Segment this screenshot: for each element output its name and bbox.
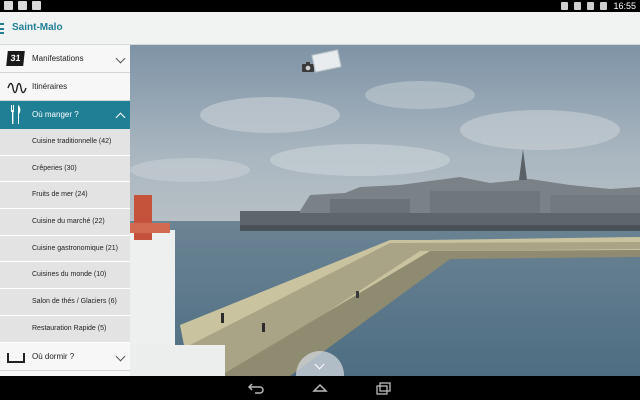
notification-icons	[4, 1, 41, 10]
submenu-item[interactable]: Cuisine gastronomique (21)	[0, 235, 130, 263]
submenu-item-label: Cuisine gastronomique (21)	[32, 244, 118, 252]
navigation-drawer: 31 Manifestations Itinéraires Où manger …	[0, 45, 130, 376]
system-nav-bar	[0, 376, 640, 400]
submenu-item-label: Cuisine du marché (22)	[32, 218, 105, 226]
chevron-down-icon	[314, 359, 325, 370]
app-bar: Saint-Malo	[0, 12, 640, 45]
clock: 16:55	[613, 1, 636, 11]
drawer-item-label: Où dormir ?	[32, 351, 75, 361]
status-bar: 16:55	[0, 0, 640, 12]
cutlery-icon	[10, 105, 22, 129]
city-photo	[130, 45, 640, 376]
submenu-item-label: Cuisine traditionnelle (42)	[32, 138, 112, 145]
submenu-item[interactable]: Crêperies (30)	[0, 155, 130, 183]
drawer-item-label: Manifestations	[32, 54, 84, 63]
bed-icon	[7, 349, 25, 363]
drawer-item-manifestations[interactable]: 31 Manifestations	[0, 45, 130, 73]
image-icon	[18, 1, 27, 10]
battery-icon	[600, 2, 608, 10]
chevron-up-icon[interactable]	[115, 112, 126, 123]
saint-malo-photo	[130, 45, 640, 376]
mail-icon	[4, 1, 13, 10]
drawer-item-itineraires[interactable]: Itinéraires	[0, 73, 130, 101]
submenu-item[interactable]: Restauration Rapide (5)	[0, 315, 130, 343]
submenu-item[interactable]: Cuisine traditionnelle (42)	[0, 129, 130, 156]
alarm-icon	[574, 2, 582, 10]
bluetooth-icon	[561, 2, 569, 10]
chevron-down-icon[interactable]	[115, 53, 126, 64]
home-icon[interactable]	[312, 381, 328, 395]
download-icon	[32, 1, 41, 10]
calendar-31-icon: 31	[6, 51, 25, 66]
route-icon	[7, 81, 27, 99]
drawer-item-label: Itinéraires	[32, 82, 68, 91]
hamburger-icon[interactable]	[0, 23, 4, 34]
submenu-item-label: Salon de thés / Glaciers (6)	[32, 298, 117, 306]
system-icons: 16:55	[561, 0, 636, 12]
back-icon[interactable]	[248, 381, 264, 395]
drawer-item-ou-manger[interactable]: Où manger ?	[0, 101, 130, 129]
submenu-item[interactable]: Cuisine du marché (22)	[0, 209, 130, 236]
recent-apps-icon[interactable]	[376, 381, 392, 395]
submenu-item[interactable]: Salon de thés / Glaciers (6)	[0, 289, 130, 316]
submenu-item-label: Cuisines du monde (10)	[32, 271, 107, 279]
chevron-down-icon[interactable]	[115, 351, 126, 361]
submenu-item-label: Fruits de mer (24)	[32, 191, 88, 199]
wifi-icon	[587, 2, 595, 10]
submenu-item-label: Restauration Rapide (5)	[32, 324, 107, 332]
drawer-item-ou-dormir[interactable]: Où dormir ?	[0, 342, 130, 371]
camera-icon[interactable]	[302, 62, 314, 72]
submenu-item[interactable]: Cuisines du monde (10)	[0, 262, 130, 290]
app-title: Saint-Malo	[12, 22, 63, 33]
submenu-item[interactable]: Fruits de mer (24)	[0, 182, 130, 210]
submenu-item-label: Crêperies (30)	[32, 164, 77, 172]
drawer-item-label: Où manger ?	[32, 110, 79, 119]
